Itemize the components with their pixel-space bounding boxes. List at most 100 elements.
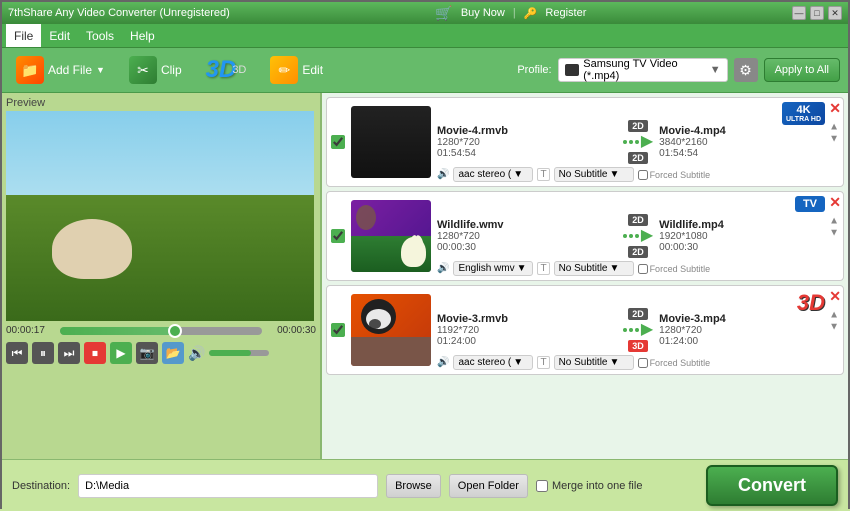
- remove-file-3-button[interactable]: ✕: [829, 288, 841, 305]
- arrow-line-2: ▶: [623, 228, 653, 244]
- profile-area: Profile: Samsung TV Video (*.mp4) ▼ ⚙ Ap…: [517, 58, 840, 82]
- buy-now-link[interactable]: Buy Now: [461, 7, 505, 19]
- audio-track-value-3: aac stereo (: [458, 357, 511, 368]
- input-badge-1: 2D: [628, 120, 648, 132]
- maximize-btn[interactable]: □: [810, 6, 824, 20]
- open-folder-button[interactable]: Open Folder: [449, 474, 528, 498]
- file-checkbox-2[interactable]: [331, 229, 345, 243]
- add-file-dropdown-arrow[interactable]: ▼: [96, 65, 105, 75]
- file-name-1: Movie-4.rmvb: [437, 125, 617, 137]
- file-checkbox-3[interactable]: [331, 323, 345, 337]
- app-title: 7thShare Any Video Converter (Unregister…: [8, 7, 230, 19]
- time-end: 00:00:30: [266, 325, 316, 336]
- file-thumb-3: [351, 294, 431, 366]
- add-file-button[interactable]: 📁 Add File ▼: [10, 52, 111, 88]
- forced-sub-check-1[interactable]: [638, 170, 648, 180]
- audio-dropdown-1[interactable]: ▼: [513, 169, 523, 180]
- menu-help[interactable]: Help: [122, 24, 163, 47]
- file-dur-3: 01:24:00: [437, 336, 617, 347]
- minimize-btn[interactable]: —: [792, 6, 806, 20]
- file-name-2: Wildlife.wmv: [437, 219, 617, 231]
- subtitle-select-3[interactable]: No Subtitle ▼: [554, 355, 634, 370]
- merge-checkbox[interactable]: [536, 480, 548, 492]
- file-thumb-2: [351, 200, 431, 272]
- file-checkbox-1[interactable]: [331, 135, 345, 149]
- pause-button[interactable]: ⏸: [32, 342, 54, 364]
- file-3-sub-controls: 🔊 aac stereo ( ▼ T No Subtitle ▼ Forced …: [437, 355, 813, 370]
- badge-3d-output: 3D: [797, 290, 825, 316]
- menu-tools[interactable]: Tools: [78, 24, 122, 47]
- main-content: Preview 00:00:17 00:00:30 ⏮ ⏸ ⏭ ⏹ ▶ 📷 📂 …: [2, 93, 848, 459]
- rewind-button[interactable]: ⏮: [6, 342, 28, 364]
- profile-dropdown-arrow[interactable]: ▼: [710, 64, 721, 76]
- badge-4k: 4K ULTRA HD: [782, 102, 825, 125]
- forced-sub-check-3[interactable]: [638, 358, 648, 368]
- progress-track[interactable]: [60, 327, 262, 335]
- subtitle-select-2[interactable]: No Subtitle ▼: [554, 261, 634, 276]
- down-arrow-3[interactable]: ▼: [829, 322, 839, 333]
- output-name-1: Movie-4.mp4: [659, 125, 839, 137]
- convert-arrow-1: 2D ▶ 2D: [623, 120, 653, 164]
- progress-thumb[interactable]: [168, 324, 182, 338]
- play-button[interactable]: ▶: [110, 342, 132, 364]
- volume-track[interactable]: [209, 350, 269, 356]
- audio-dropdown-3[interactable]: ▼: [513, 357, 523, 368]
- profile-select[interactable]: Samsung TV Video (*.mp4) ▼: [558, 58, 728, 82]
- audio-track-value-1: aac stereo (: [458, 169, 511, 180]
- audio-dropdown-2[interactable]: ▼: [517, 263, 527, 274]
- toolbar: 📁 Add File ▼ ✂ Clip 3D 3D ✏ Edit Profile…: [2, 48, 848, 93]
- playback-controls: ⏮ ⏸ ⏭ ⏹ ▶ 📷 📂 🔊: [6, 340, 316, 366]
- menu-file[interactable]: File: [6, 24, 41, 47]
- output-res-3: 1280*720: [659, 325, 839, 336]
- clip-button[interactable]: ✂ Clip: [123, 52, 188, 88]
- up-arrow-3[interactable]: ▲: [829, 310, 839, 321]
- subtitle-dropdown-2[interactable]: ▼: [609, 263, 619, 274]
- stop-button[interactable]: ⏹: [84, 342, 106, 364]
- merge-label: Merge into one file: [552, 480, 643, 492]
- up-arrow-2[interactable]: ▲: [829, 216, 839, 227]
- forced-sub-check-2[interactable]: [638, 264, 648, 274]
- convert-button[interactable]: Convert: [706, 465, 838, 506]
- audio-track-select-3[interactable]: aac stereo ( ▼: [453, 355, 533, 370]
- edit-button[interactable]: ✏ Edit: [264, 52, 329, 88]
- arrow-line-3: ▶: [623, 322, 653, 338]
- profile-value: Samsung TV Video (*.mp4): [583, 58, 705, 82]
- forced-sub-label-2: Forced Subtitle: [638, 264, 711, 274]
- register-link[interactable]: Register: [545, 7, 586, 19]
- subtitle-value-3: No Subtitle: [559, 357, 608, 368]
- remove-file-1-button[interactable]: ✕: [829, 100, 841, 117]
- subtitle-t-icon-3: T: [537, 356, 549, 369]
- subtitle-value-1: No Subtitle: [559, 169, 608, 180]
- subtitle-t-icon-2: T: [537, 262, 549, 275]
- key-icon: 🔑: [524, 7, 538, 20]
- merge-row: Merge into one file: [536, 480, 643, 492]
- destination-input[interactable]: [78, 474, 378, 498]
- input-badge-3: 2D: [628, 308, 648, 320]
- settings-gear-button[interactable]: ⚙: [734, 58, 758, 82]
- output-info-1: Movie-4.mp4 3840*2160 01:54:54: [659, 125, 839, 159]
- up-arrow-1[interactable]: ▲: [829, 122, 839, 133]
- audio-track-select-2[interactable]: English wmv ▼: [453, 261, 533, 276]
- subtitle-dropdown-3[interactable]: ▼: [609, 357, 619, 368]
- fast-forward-button[interactable]: ⏭: [58, 342, 80, 364]
- remove-file-2-button[interactable]: ✕: [829, 194, 841, 211]
- down-arrow-2[interactable]: ▼: [829, 228, 839, 239]
- folder-button[interactable]: 📂: [162, 342, 184, 364]
- reorder-1-arrows[interactable]: ▲ ▼: [829, 122, 839, 145]
- menu-edit[interactable]: Edit: [41, 24, 78, 47]
- subtitle-dropdown-1[interactable]: ▼: [609, 169, 619, 180]
- close-btn[interactable]: ✕: [828, 6, 842, 20]
- reorder-2-arrows[interactable]: ▲ ▼: [829, 216, 839, 239]
- screenshot-button[interactable]: 📷: [136, 342, 158, 364]
- apply-to-all-button[interactable]: Apply to All: [764, 58, 840, 82]
- clip-label: Clip: [161, 63, 182, 77]
- audio-track-select-1[interactable]: aac stereo ( ▼: [453, 167, 533, 182]
- output-dur-2: 00:00:30: [659, 242, 839, 253]
- reorder-3-arrows[interactable]: ▲ ▼: [829, 310, 839, 333]
- output-res-2: 1920*1080: [659, 231, 839, 242]
- subtitle-select-1[interactable]: No Subtitle ▼: [554, 167, 634, 182]
- threed-button[interactable]: 3D 3D: [200, 52, 253, 88]
- forced-sub-label-3: Forced Subtitle: [638, 358, 711, 368]
- down-arrow-1[interactable]: ▼: [829, 134, 839, 145]
- browse-button[interactable]: Browse: [386, 474, 441, 498]
